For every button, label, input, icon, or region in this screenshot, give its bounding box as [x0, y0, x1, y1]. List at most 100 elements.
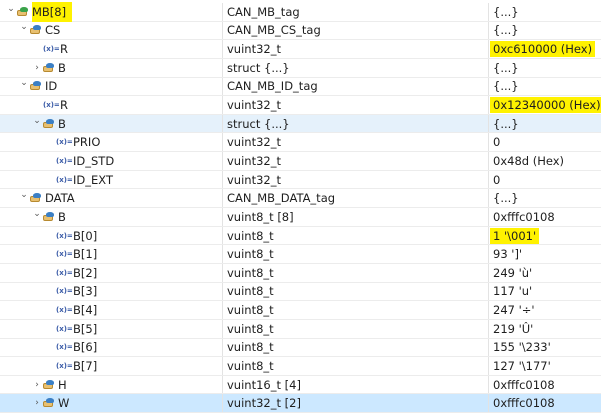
chevron-right-icon[interactable]: ›: [32, 63, 42, 73]
variable-row[interactable]: (x)= B[2] vuint8_t 249 'ù': [0, 263, 601, 283]
variables-tree: ⌄ MB[8] CAN_MB_tag {...} ⌄ CS CAN_MB_CS_tag {..…: [0, 1, 601, 414]
variable-value: 1 '\001': [490, 227, 540, 244]
variable-name: ID_EXT: [73, 172, 113, 187]
struct-icon: [43, 118, 55, 129]
variable-value: 0x12340000 (Hex): [490, 97, 601, 114]
variable-name: DATA: [45, 191, 75, 206]
value-cell[interactable]: 0xfffc0108: [488, 208, 601, 226]
variable-name: ID_STD: [73, 153, 115, 168]
value-cell[interactable]: 93 ']': [488, 245, 601, 263]
name-cell: (x)= R: [0, 40, 254, 58]
variable-value: 247 '÷': [493, 303, 535, 318]
chevron-right-icon[interactable]: ›: [32, 398, 42, 408]
value-cell[interactable]: {...}: [488, 21, 601, 40]
chevron-right-icon[interactable]: ›: [32, 380, 42, 390]
struct-icon: [30, 193, 42, 203]
variable-name: B[6]: [73, 340, 98, 355]
value-cell[interactable]: 117 'u': [488, 282, 601, 301]
value-cell[interactable]: 0x12340000 (Hex): [488, 96, 601, 114]
variable-value: 0xc610000 (Hex): [490, 41, 596, 58]
name-cell: ⌄ CS: [0, 22, 241, 40]
variable-row[interactable]: (x)= B[3] vuint8_t 117 'u': [0, 282, 601, 302]
chevron-down-icon[interactable]: ⌄: [6, 4, 16, 14]
variable-value: 155 '\233': [493, 340, 551, 355]
variable-icon: (x)=: [43, 101, 60, 110]
value-cell[interactable]: {...}: [488, 77, 601, 96]
variable-type: CAN_MB_DATA_tag: [227, 191, 336, 206]
variable-row[interactable]: ⌄ DATA CAN_MB_DATA_tag {...}: [0, 189, 601, 209]
value-cell[interactable]: 155 '\233': [488, 338, 601, 357]
value-cell[interactable]: {...}: [488, 3, 601, 21]
type-cell: vuint8_t: [222, 301, 488, 319]
variable-value: 0xfffc0108: [493, 209, 555, 224]
variable-type: CAN_MB_tag: [227, 4, 300, 19]
value-cell[interactable]: 0xc610000 (Hex): [488, 40, 601, 58]
variable-value: {...}: [493, 60, 519, 75]
variable-row[interactable]: (x)= B[6] vuint8_t 155 '\233': [0, 338, 601, 358]
type-cell: vuint8_t: [222, 357, 488, 375]
name-cell: ⌄ MB[8]: [0, 1, 228, 22]
value-cell[interactable]: 127 '\177': [488, 357, 601, 375]
variable-name: B: [58, 209, 66, 224]
value-cell[interactable]: 0: [488, 170, 601, 189]
variable-row[interactable]: › Hvuint16_t [4] 0xfffc0108: [0, 375, 601, 395]
variable-type: vuint32_t: [227, 42, 281, 57]
variable-row[interactable]: › Wvuint32_t [2] 0xfffc0108: [0, 394, 601, 414]
variable-row[interactable]: › Bstruct {...} {...}: [0, 58, 601, 78]
variable-row[interactable]: (x)= B[0] vuint8_t 1 '\001': [0, 226, 601, 246]
variable-row[interactable]: ⌄ ID CAN_MB_ID_tag {...}: [0, 77, 601, 97]
chevron-down-icon[interactable]: ⌄: [19, 190, 29, 200]
variable-type: vuint8_t: [227, 228, 274, 243]
variable-value: 0: [493, 135, 501, 150]
type-cell: vuint8_t [8]: [222, 208, 488, 226]
variable-name: B[0]: [73, 228, 98, 243]
value-cell[interactable]: {...}: [488, 189, 601, 208]
variable-row[interactable]: (x)= B[7] vuint8_t 127 '\177': [0, 357, 601, 376]
chevron-down-icon[interactable]: ⌄: [32, 209, 42, 219]
value-cell[interactable]: 0xfffc0108: [488, 375, 601, 394]
variable-icon: (x)=: [56, 268, 73, 277]
value-cell[interactable]: 1 '\001': [488, 226, 601, 245]
value-cell[interactable]: 0x48d (Hex): [488, 152, 601, 170]
variable-name: W: [58, 396, 70, 411]
value-cell[interactable]: 0xfffc0108: [488, 394, 601, 413]
type-cell: struct {...}: [222, 114, 488, 133]
value-cell[interactable]: 219 'Û': [488, 319, 601, 338]
variable-type: vuint8_t: [227, 303, 274, 318]
variable-value: 0x48d (Hex): [493, 153, 565, 168]
variable-icon: (x)=: [56, 287, 73, 296]
variable-row[interactable]: ⌄ MB[8] CAN_MB_tag {...}: [0, 1, 601, 22]
value-cell[interactable]: 249 'ù': [488, 263, 601, 282]
type-cell: vuint8_t: [222, 338, 488, 357]
variable-name: B: [58, 60, 66, 75]
chevron-down-icon[interactable]: ⌄: [32, 116, 42, 126]
variable-row[interactable]: (x)= Rvuint32_t 0x12340000 (Hex): [0, 96, 601, 115]
variable-value: 219 'Û': [493, 321, 534, 336]
variable-row[interactable]: (x)= B[5] vuint8_t 219 'Û': [0, 319, 601, 339]
variable-row[interactable]: ⌄ Bvuint8_t [8] 0xfffc0108: [0, 208, 601, 227]
variable-type: vuint32_t: [227, 153, 281, 168]
variable-row[interactable]: ⌄ Bstruct {...} {...}: [0, 114, 601, 134]
variable-name: MB[8]: [32, 1, 73, 22]
chevron-down-icon[interactable]: ⌄: [19, 22, 29, 32]
variable-row[interactable]: (x)= ID_EXT vuint32_t 0: [0, 170, 601, 190]
variable-value: {...}: [493, 116, 519, 131]
value-cell[interactable]: 0: [488, 133, 601, 152]
variable-row[interactable]: (x)= PRIO vuint32_t 0: [0, 133, 601, 153]
value-cell[interactable]: {...}: [488, 58, 601, 77]
variable-type: vuint32_t: [227, 172, 281, 187]
value-cell[interactable]: {...}: [488, 114, 601, 133]
variable-row[interactable]: (x)= Rvuint32_t 0xc610000 (Hex): [0, 40, 601, 59]
variable-row[interactable]: (x)= B[4] vuint8_t 247 '÷': [0, 301, 601, 320]
value-cell[interactable]: 247 '÷': [488, 301, 601, 319]
name-cell: ⌄ DATA: [0, 189, 241, 207]
variable-row[interactable]: ⌄ CS CAN_MB_CS_tag {...}: [0, 21, 601, 41]
variable-type: vuint16_t [4]: [227, 377, 301, 392]
type-cell: vuint32_t [2]: [222, 394, 488, 413]
variable-icon: (x)=: [43, 45, 60, 54]
type-cell: vuint32_t: [222, 96, 488, 114]
variable-row[interactable]: (x)= B[1] vuint8_t 93 ']': [0, 245, 601, 264]
chevron-down-icon[interactable]: ⌄: [19, 78, 29, 88]
name-cell: › B: [0, 59, 254, 77]
variable-row[interactable]: (x)= ID_STD vuint32_t 0x48d (Hex): [0, 152, 601, 171]
